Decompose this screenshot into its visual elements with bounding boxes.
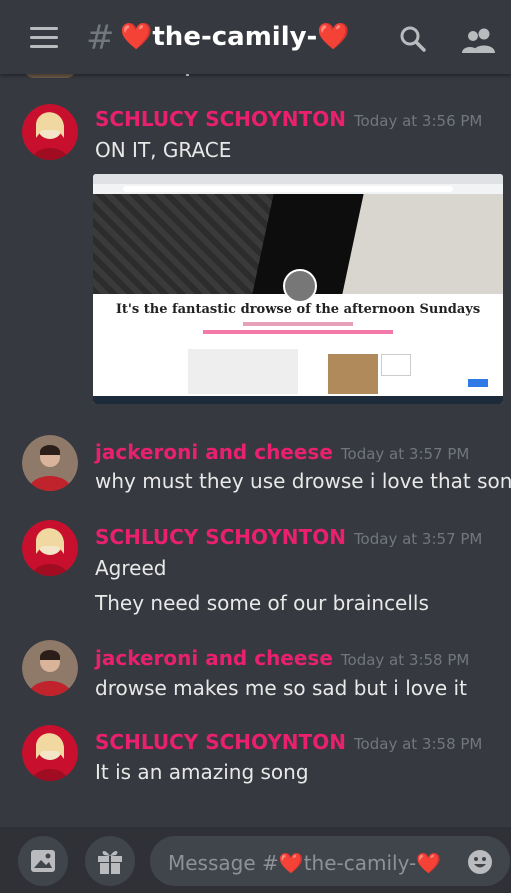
partial-avatar xyxy=(24,74,76,78)
message-text: They need some of our braincells xyxy=(95,591,429,615)
attachment-blog-avatar xyxy=(283,269,317,303)
avatar[interactable] xyxy=(22,725,78,781)
message-composer: Message #❤️the-camily-❤️ xyxy=(0,827,511,893)
timestamp: Today at 3:57 PM xyxy=(353,530,483,548)
message-text: ON IT, GRACE xyxy=(95,138,232,162)
message-text: drowse makes me so sad but i love it xyxy=(95,676,467,700)
image-attachment[interactable]: It's the fantastic drowse of the afterno… xyxy=(93,174,503,404)
heart-icon-left: ❤️ xyxy=(120,22,153,52)
attachment-popup xyxy=(381,354,411,376)
emoji-icon[interactable] xyxy=(467,849,493,875)
author-name[interactable]: SCHLUCY SCHOYNTON xyxy=(95,107,346,131)
search-icon[interactable] xyxy=(400,26,426,52)
partial-text xyxy=(186,74,189,76)
gift-button[interactable] xyxy=(85,836,135,886)
avatar[interactable] xyxy=(22,640,78,696)
attachment-thumbnails xyxy=(328,354,378,394)
author-name[interactable]: SCHLUCY SCHOYNTON xyxy=(95,730,346,754)
menu-icon[interactable] xyxy=(30,27,58,49)
attachment-browser-tabs xyxy=(93,174,503,184)
attachment-url-field xyxy=(123,186,453,192)
attachment-title: It's the fantastic drowse of the afterno… xyxy=(115,302,481,317)
author-name[interactable]: jackeroni and cheese xyxy=(95,646,333,670)
timestamp: Today at 3:58 PM xyxy=(340,651,470,669)
message-text: It is an amazing song xyxy=(95,760,309,784)
channel-name: the-camily- xyxy=(152,22,318,52)
channel-header: # ❤️the-camily-❤️ xyxy=(0,0,511,74)
message-header: jackeroni and cheese Today at 3:57 PM xyxy=(95,440,469,464)
avatar[interactable] xyxy=(22,435,78,491)
message-header: SCHLUCY SCHOYNTON Today at 3:58 PM xyxy=(95,730,482,754)
message-list[interactable]: SCHLUCY SCHOYNTON Today at 3:56 PM ON IT,… xyxy=(0,74,511,834)
image-upload-button[interactable] xyxy=(18,836,68,886)
message-header: SCHLUCY SCHOYNTON Today at 3:56 PM xyxy=(95,107,482,131)
timestamp: Today at 3:56 PM xyxy=(353,112,483,130)
attachment-post xyxy=(188,349,298,394)
message-text: why must they use drowse i love that son… xyxy=(95,469,511,493)
avatar[interactable] xyxy=(22,104,78,160)
heart-icon-right: ❤️ xyxy=(317,22,350,52)
message-header: jackeroni and cheese Today at 3:58 PM xyxy=(95,646,469,670)
attachment-nav xyxy=(203,330,393,334)
message-input-placeholder: Message #❤️the-camily-❤️ xyxy=(168,851,442,875)
members-icon[interactable] xyxy=(462,27,496,53)
timestamp: Today at 3:57 PM xyxy=(340,445,470,463)
image-icon xyxy=(31,850,55,872)
message-header: SCHLUCY SCHOYNTON Today at 3:57 PM xyxy=(95,525,482,549)
attachment-follow-button xyxy=(468,379,488,387)
channel-title: ❤️the-camily-❤️ xyxy=(120,22,350,52)
heart-icon-left: ❤️ xyxy=(278,851,304,875)
author-name[interactable]: jackeroni and cheese xyxy=(95,440,333,464)
avatar[interactable] xyxy=(22,520,78,576)
attachment-taskbar xyxy=(93,396,503,404)
message-text: Agreed xyxy=(95,556,167,580)
author-name[interactable]: SCHLUCY SCHOYNTON xyxy=(95,525,346,549)
gift-icon xyxy=(98,850,122,874)
hash-icon: # xyxy=(86,18,115,58)
timestamp: Today at 3:58 PM xyxy=(353,735,483,753)
heart-icon-right: ❤️ xyxy=(416,851,442,875)
attachment-subtitle xyxy=(243,322,353,326)
